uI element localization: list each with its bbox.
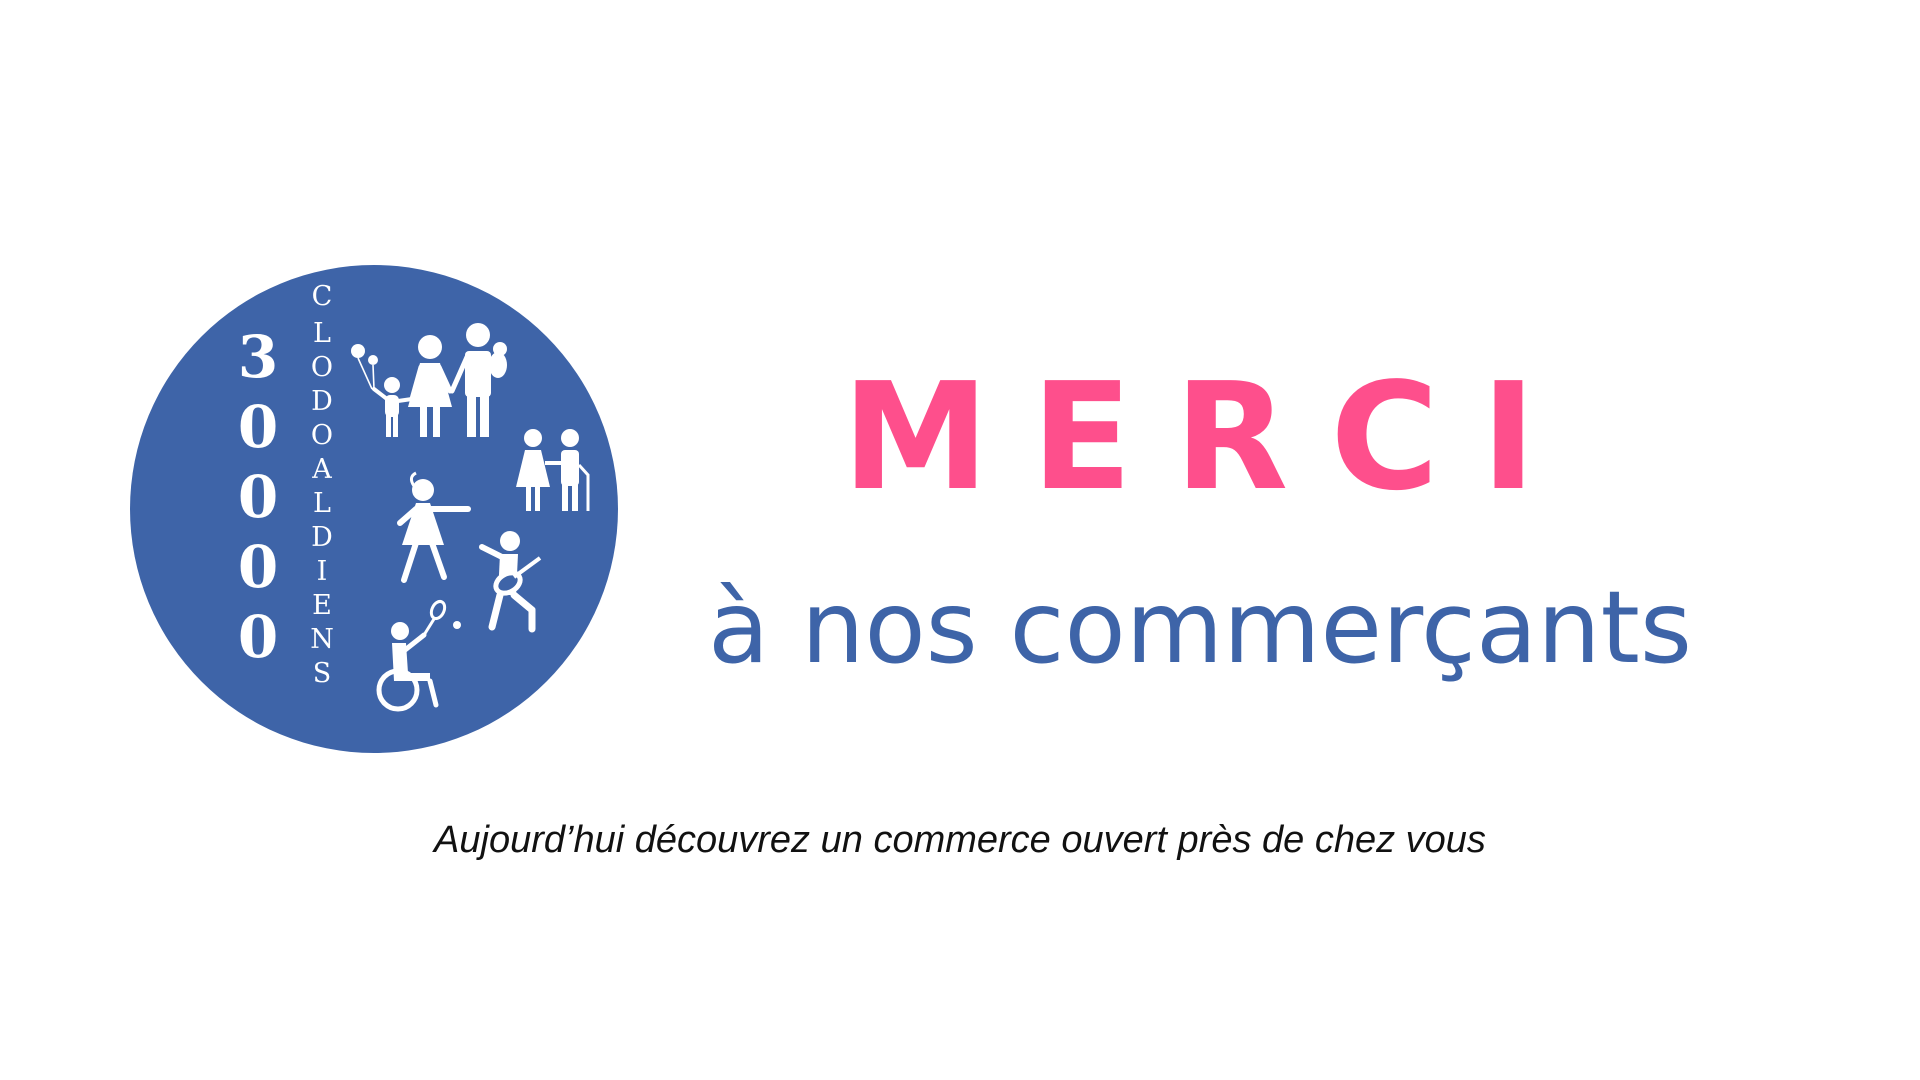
logo-digit: 0 [238, 533, 278, 601]
logo-digit: 0 [238, 393, 278, 461]
logo-letter: L [313, 488, 331, 519]
tagline: Aujourd’hui découvrez un commerce ouvert… [434, 819, 1486, 861]
subheadline: à nos commerçants [708, 569, 1692, 686]
logo-number: 3 0 0 0 0 [238, 323, 278, 671]
logo-30000-clodoaldiens: 3 0 0 0 0 C L O D O A L D I E N S [130, 265, 618, 753]
logo-circle [130, 265, 618, 753]
logo-letter: A [311, 454, 332, 485]
logo-letter: O [311, 352, 333, 383]
logo-letter: C [312, 281, 333, 312]
logo-letter: D [311, 522, 333, 553]
logo-digit: 0 [238, 603, 278, 671]
logo-letter: E [312, 590, 332, 621]
logo-letter: I [317, 556, 328, 587]
logo-letter: N [310, 624, 334, 655]
logo-letter: S [313, 658, 332, 689]
logo-letter: L [313, 318, 331, 349]
logo-letter: O [311, 420, 333, 451]
headline-merci: MERCI [841, 351, 1579, 523]
logo-digit: 3 [238, 323, 278, 391]
logo-letter: D [311, 386, 333, 417]
slide: 3 0 0 0 0 C L O D O A L D I E N S MERCI … [0, 0, 1920, 1080]
logo-digit: 0 [238, 463, 278, 531]
